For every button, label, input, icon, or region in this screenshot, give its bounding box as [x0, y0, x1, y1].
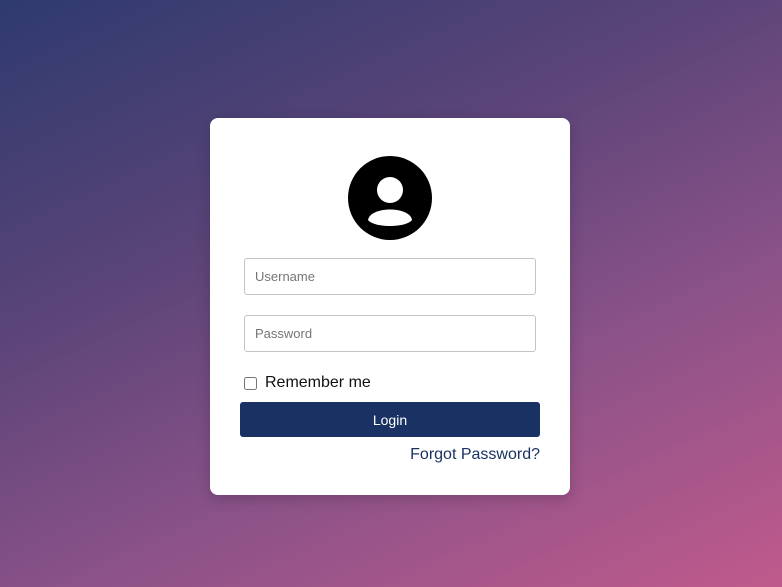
username-input[interactable]	[244, 258, 536, 295]
user-avatar-icon	[348, 156, 432, 240]
login-card: Remember me Login Forgot Password?	[210, 118, 570, 495]
forgot-password-link[interactable]: Forgot Password?	[410, 446, 540, 464]
password-input[interactable]	[244, 315, 536, 352]
remember-me-row[interactable]: Remember me	[244, 373, 371, 393]
remember-me-checkbox[interactable]	[244, 376, 257, 390]
login-button[interactable]: Login	[240, 402, 540, 437]
remember-me-label: Remember me	[265, 374, 371, 391]
